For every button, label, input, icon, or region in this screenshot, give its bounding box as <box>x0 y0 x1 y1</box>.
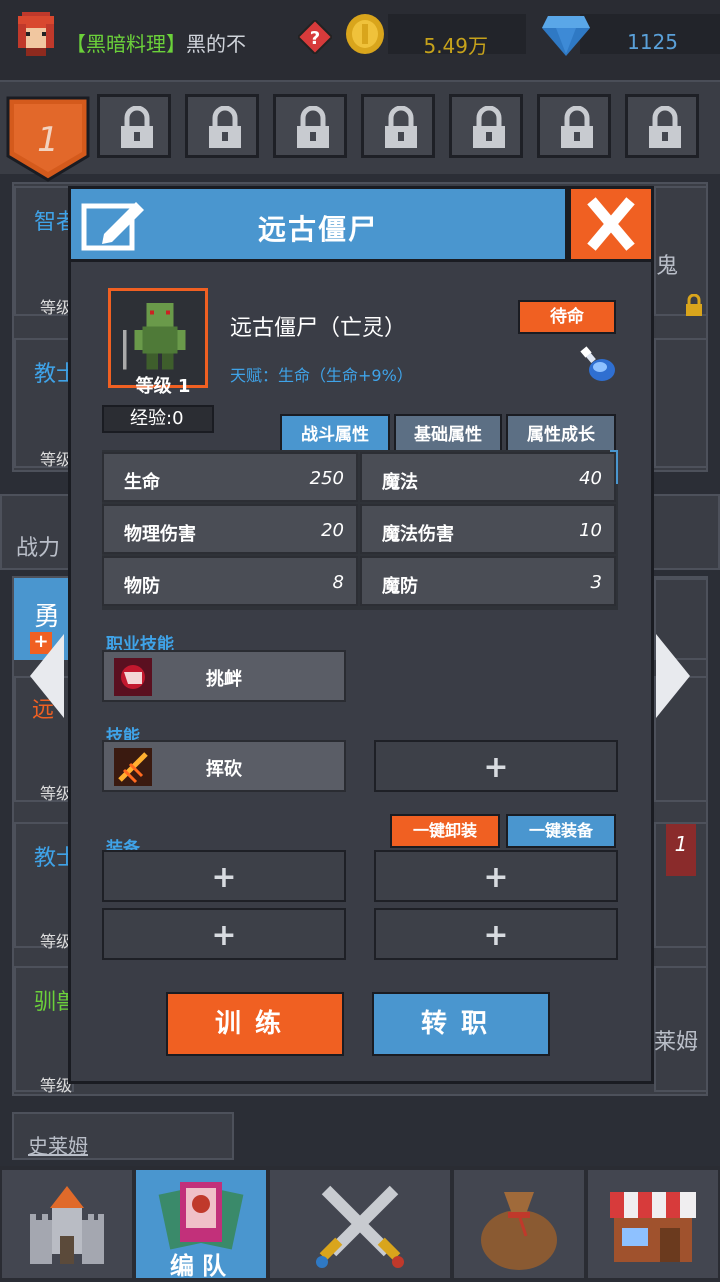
nav-formation-label: 编队 <box>170 1252 234 1280</box>
gold-amount: 5.49万 <box>423 34 488 58</box>
stat-row: 生命 250 <box>102 452 358 502</box>
nav-battle[interactable] <box>268 1168 452 1280</box>
padlock-icon <box>297 106 329 148</box>
nav-inventory[interactable] <box>452 1168 586 1280</box>
zombie-icon <box>122 302 186 370</box>
stat-row: 魔防 3 <box>360 556 616 606</box>
nav-castle[interactable] <box>0 1168 134 1280</box>
power-label: 战力 <box>16 536 61 561</box>
locked-slot[interactable] <box>625 94 699 158</box>
loot-bag-icon <box>481 1192 557 1270</box>
potion-icon[interactable] <box>578 344 618 384</box>
stat-value: 3 <box>590 572 602 593</box>
dialog-title: 远古僵尸 <box>257 213 378 246</box>
equipment-slot[interactable]: + <box>374 908 618 960</box>
stat-value: 10 <box>579 520 602 541</box>
tab-combat-stats[interactable]: 战斗属性 <box>280 414 390 452</box>
padlock-icon <box>209 106 241 148</box>
plus-icon: + <box>211 918 237 953</box>
stat-row: 魔法伤害 10 <box>360 504 616 554</box>
skill-slot[interactable]: 挥砍 <box>102 740 346 792</box>
nav-shop[interactable] <box>586 1168 720 1280</box>
stat-value: 20 <box>321 520 344 541</box>
stat-value: 8 <box>332 572 344 593</box>
stat-name: 物防 <box>124 576 160 597</box>
castle-icon <box>30 1186 104 1264</box>
padlock-icon <box>649 106 681 148</box>
stat-name: 物理伤害 <box>124 524 196 545</box>
close-icon <box>587 197 635 251</box>
player-name: 【黑暗料理】黑的不 <box>66 28 246 57</box>
locked-slot[interactable] <box>537 94 611 158</box>
class-skill-slot[interactable]: 挑衅 <box>102 650 346 702</box>
locked-slot[interactable] <box>361 94 435 158</box>
taunt-skill-icon <box>114 658 152 696</box>
stat-row: 物防 8 <box>102 556 358 606</box>
skill-name: 挥砍 <box>206 759 242 780</box>
slot-1-number: 1 <box>37 120 59 160</box>
hero-name: 远古僵尸（亡灵） <box>230 316 407 341</box>
equipment-slot[interactable]: + <box>102 908 346 960</box>
unequip-all-button[interactable]: 一键卸装 <box>390 814 500 848</box>
stat-value: 250 <box>309 468 344 489</box>
hero-level: 等级 1 <box>135 376 191 397</box>
stat-row: 物理伤害 20 <box>102 504 358 554</box>
class-change-button[interactable]: 转职 <box>372 992 550 1056</box>
train-button[interactable]: 训练 <box>166 992 344 1056</box>
arrow-right-icon[interactable] <box>656 634 690 718</box>
equipment-slot[interactable]: + <box>102 850 346 902</box>
equip-all-button[interactable]: 一键装备 <box>506 814 616 848</box>
exp-display: 经验:0 <box>102 405 214 433</box>
stat-row: 魔法 40 <box>360 452 616 502</box>
locked-slot[interactable] <box>185 94 259 158</box>
arrow-left-icon[interactable] <box>30 634 64 718</box>
locked-slot[interactable] <box>97 94 171 158</box>
padlock-icon <box>561 106 593 148</box>
stat-name: 魔法 <box>382 472 418 493</box>
tab-stat-growth[interactable]: 属性成长 <box>506 414 616 452</box>
slash-skill-icon <box>114 748 152 786</box>
plus-icon: + <box>483 918 509 953</box>
crossed-swords-icon <box>316 1185 404 1268</box>
padlock-icon <box>385 106 417 148</box>
roster-card-name: 鬼 <box>656 254 679 279</box>
help-icon[interactable]: ? <box>298 20 332 54</box>
team-card-badge: 1 <box>666 824 696 876</box>
gem-amount: 1125 <box>627 30 678 54</box>
roster-item-name: 史莱姆 <box>28 1134 88 1158</box>
hero-talent: 天赋：生命（生命+9%） <box>230 366 413 385</box>
diamond-icon <box>542 16 590 56</box>
plus-icon: + <box>211 860 237 895</box>
team-card-name: 莱姆 <box>654 1030 699 1055</box>
stat-name: 魔法伤害 <box>382 524 454 545</box>
plus-icon: + <box>483 860 509 895</box>
padlock-icon <box>473 106 505 148</box>
shop-icon <box>610 1192 696 1262</box>
plus-icon: + <box>483 750 509 785</box>
stat-name: 生命 <box>124 472 160 493</box>
player-avatar-icon[interactable] <box>10 8 62 60</box>
locked-slot[interactable] <box>273 94 347 158</box>
class-skill-name: 挑衅 <box>206 669 242 690</box>
empty-skill-slot[interactable]: + <box>374 740 618 792</box>
padlock-icon <box>686 294 702 316</box>
equipment-slot[interactable]: + <box>374 850 618 902</box>
locked-slot[interactable] <box>449 94 523 158</box>
padlock-icon <box>121 106 153 148</box>
roster-card[interactable] <box>654 338 708 468</box>
gold-coin-icon <box>346 14 384 54</box>
svg-text:?: ? <box>310 28 320 49</box>
guild-name: 【黑暗料理】 <box>66 32 186 56</box>
stat-value: 40 <box>579 468 602 489</box>
team-tab-label: 勇 <box>34 602 61 632</box>
stat-name: 魔防 <box>382 576 418 597</box>
standby-button[interactable]: 待命 <box>518 300 616 334</box>
player-name-text: 黑的不 <box>186 32 246 56</box>
tab-base-stats[interactable]: 基础属性 <box>394 414 502 452</box>
close-button[interactable] <box>568 186 654 262</box>
